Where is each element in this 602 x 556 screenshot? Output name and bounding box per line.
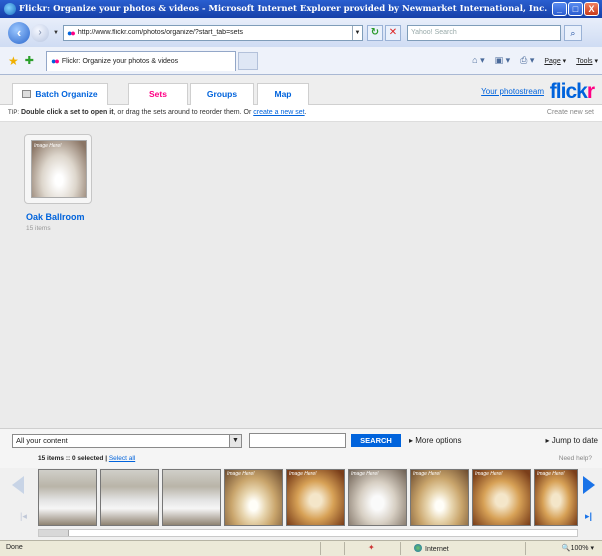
filmstrip-thumb[interactable]: Image Here!	[472, 469, 531, 526]
url-dropdown-icon[interactable]: ▼	[351, 25, 362, 40]
tab-groups[interactable]: Groups	[190, 83, 254, 105]
maximize-button[interactable]: □	[568, 2, 583, 16]
tab-batch-organize[interactable]: Batch Organize	[12, 83, 108, 105]
more-options-link[interactable]: ▸ More options	[409, 436, 461, 445]
url-text[interactable]: http://www.flickr.com/photos/organize/?s…	[78, 29, 352, 36]
set-thumbnail[interactable]: Image Here!	[31, 140, 87, 198]
filmstrip-thumb[interactable]: Image Here!	[286, 469, 345, 526]
search-button[interactable]: SEARCH	[351, 434, 401, 447]
organizer-tabs: Batch Organize Sets Groups Map Your phot…	[0, 75, 602, 106]
favorites-bar: ★ ✚ ●● Flickr: Organize your photos & vi…	[0, 47, 602, 75]
create-set-link[interactable]: create a new set	[253, 109, 304, 116]
minimize-button[interactable]: _	[552, 2, 567, 16]
filmstrip-thumb[interactable]	[162, 469, 221, 526]
filter-bar: All your content ▼ SEARCH ▸ More options…	[0, 428, 602, 451]
command-bar: ⌂ ▾ ▣ ▾ ⎙ ▾ Page ▾ Tools ▾	[472, 55, 598, 66]
stop-icon[interactable]: ✕	[384, 24, 401, 41]
filmstrip-scrollbar[interactable]	[38, 529, 578, 537]
tab-sets[interactable]: Sets	[128, 83, 188, 106]
scroll-right-icon[interactable]	[583, 476, 595, 494]
new-tab-button[interactable]	[237, 51, 258, 70]
window-title: Flickr: Organize your photos & videos - …	[19, 4, 548, 14]
status-bar: Done ✦ Internet 🔍100% ▾	[0, 540, 602, 556]
browser-tab-label: Flickr: Organize your photos & videos	[61, 57, 179, 65]
set-title[interactable]: Oak Ballroom	[26, 212, 85, 222]
first-page-icon[interactable]: |◂	[20, 511, 27, 522]
browser-tab[interactable]: ●● Flickr: Organize your photos & videos	[45, 50, 236, 71]
sets-canvas: Image Here!	[0, 122, 602, 428]
status-text: Done	[6, 544, 23, 551]
filmstrip-thumb[interactable]: Image Here!	[224, 469, 283, 526]
ie-app-icon	[4, 3, 16, 15]
close-button[interactable]: X	[584, 2, 599, 16]
filmstrip-thumb[interactable]	[38, 469, 97, 526]
refresh-icon[interactable]: ↻	[366, 24, 383, 41]
photostream-link[interactable]: Your photostream	[481, 87, 544, 96]
favorites-star-icon[interactable]: ★	[8, 54, 19, 68]
address-bar: ‹ › ▼ ●● http://www.flickr.com/photos/or…	[0, 18, 602, 47]
filter-search-input[interactable]	[249, 433, 346, 448]
globe-icon	[414, 544, 422, 552]
flickr-favicon-icon: ●●	[66, 27, 76, 38]
status-divider	[525, 542, 526, 555]
scrollbar-thumb[interactable]	[39, 530, 69, 536]
tip-bar: TIP: Double click a set to open it, or d…	[0, 105, 602, 122]
filmstrip-thumb[interactable]: Image Here!	[410, 469, 469, 526]
filmstrip-thumb[interactable]	[100, 469, 159, 526]
window-titlebar: Flickr: Organize your photos & videos - …	[0, 0, 602, 18]
filmstrip: |◂ ▸| Image Here! Image Here! Image Here…	[0, 468, 602, 540]
tools-menu[interactable]: Tools ▾	[576, 57, 598, 65]
search-input[interactable]: Yahoo! Search	[406, 24, 561, 41]
status-divider	[320, 542, 321, 555]
security-zone: Internet	[414, 544, 449, 553]
history-dropdown-icon[interactable]: ▼	[53, 30, 59, 36]
create-new-set-button[interactable]: Create new set	[547, 109, 594, 116]
selection-count: 15 items :: 0 selected | Select all	[38, 455, 136, 462]
tip-text: TIP: Double click a set to open it, or d…	[8, 109, 307, 116]
page-menu[interactable]: Page ▾	[544, 57, 566, 65]
set-item-count: 15 items	[26, 225, 51, 232]
flickr-favicon-icon: ●●	[50, 56, 60, 66]
need-help-link[interactable]: Need help?	[559, 455, 592, 462]
set-card[interactable]: Image Here!	[24, 134, 92, 204]
feeds-icon[interactable]: ▣ ▾	[495, 55, 511, 66]
status-divider	[400, 542, 401, 555]
search-icon[interactable]: ⌕	[563, 24, 582, 41]
protected-mode-icon: ✦	[368, 543, 375, 552]
url-field[interactable]: ●● http://www.flickr.com/photos/organize…	[62, 24, 363, 41]
jump-to-date-link[interactable]: ▸ Jump to date	[546, 436, 599, 445]
last-page-icon[interactable]: ▸|	[585, 511, 592, 522]
home-icon[interactable]: ⌂ ▾	[472, 55, 484, 66]
content-select[interactable]: All your content ▼	[12, 434, 242, 448]
forward-icon[interactable]: ›	[31, 23, 49, 42]
tab-map[interactable]: Map	[257, 83, 309, 105]
filmstrip-info: 15 items :: 0 selected | Select all Need…	[0, 451, 602, 468]
select-all-link[interactable]: Select all	[109, 455, 135, 462]
batch-icon	[22, 90, 32, 98]
filmstrip-thumb[interactable]: Image Here!	[348, 469, 407, 526]
status-divider	[344, 542, 345, 555]
chevron-down-icon[interactable]: ▼	[229, 435, 241, 447]
print-icon[interactable]: ⎙ ▾	[520, 55, 534, 66]
flickr-logo[interactable]: flickr	[550, 80, 595, 104]
filmstrip-thumb[interactable]: Image Here!	[534, 469, 578, 526]
add-favorite-icon[interactable]: ✚	[25, 54, 34, 67]
back-icon[interactable]: ‹	[8, 21, 30, 44]
scroll-left-icon[interactable]	[12, 476, 24, 494]
zoom-level[interactable]: 🔍100% ▾	[562, 544, 594, 552]
